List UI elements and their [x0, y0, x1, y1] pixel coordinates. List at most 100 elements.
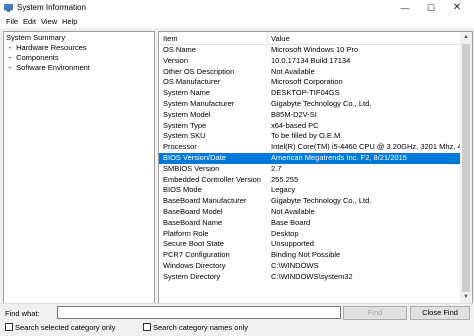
find-what-input[interactable]	[57, 306, 341, 319]
row-item: OS Name	[163, 45, 196, 54]
menu-help[interactable]: Help	[62, 17, 77, 26]
table-row[interactable]: Platform Role Desktop	[159, 229, 461, 240]
row-item: System Model	[163, 109, 211, 119]
column-header-item[interactable]: Item	[163, 34, 178, 43]
vertical-scrollbar[interactable]: ▲ ▼	[460, 31, 473, 304]
row-value: American Megatrends Inc. F2, 8/21/2015	[271, 152, 407, 162]
row-item: Processor	[163, 142, 197, 152]
table-row[interactable]: System Manufacturer Gigabyte Technology C…	[159, 99, 461, 110]
search-selected-category-label[interactable]: Search selected category only	[15, 323, 115, 332]
table-row[interactable]: BaseBoard Name Base Board	[159, 218, 461, 229]
scroll-down-arrow-icon[interactable]: ▼	[460, 292, 472, 303]
row-value: Gigabyte Technology Co., Ltd.	[271, 98, 372, 108]
row-value: Base Board	[271, 217, 311, 227]
scroll-up-arrow-icon[interactable]: ▲	[460, 32, 472, 43]
scroll-thumb[interactable]	[462, 44, 470, 292]
table-row[interactable]: BaseBoard Manufacturer Gigabyte Technolog…	[159, 196, 461, 207]
table-row[interactable]: Embedded Controller Version 255.255	[159, 175, 461, 186]
tree-item-label: Hardware Resources	[16, 43, 87, 52]
menu-bar: File Edit View Help	[0, 16, 474, 28]
table-row[interactable]: System Directory C:\WINDOWS\system32	[159, 272, 461, 283]
row-item: System Directory	[163, 271, 221, 281]
row-value: Not Available	[271, 66, 315, 76]
row-value: Legacy	[271, 185, 296, 195]
table-row[interactable]: System Name DESKTOP-TIF04GS	[159, 88, 461, 99]
tree-item-label: Software Environment	[16, 63, 90, 72]
table-row[interactable]: OS Manufacturer Microsoft Corporation	[159, 77, 461, 88]
row-item: System SKU	[163, 131, 206, 141]
table-row[interactable]: BaseBoard Model Not Available	[159, 207, 461, 218]
row-value: Desktop	[271, 228, 299, 238]
row-item: Embedded Controller Version	[163, 174, 261, 184]
row-item: Secure Boot State	[163, 239, 224, 249]
menu-file[interactable]: File	[6, 17, 18, 26]
expand-icon[interactable]: +	[6, 64, 14, 74]
table-row[interactable]: Secure Boot State Unsupported	[159, 239, 461, 250]
table-row[interactable]: BIOS Mode Legacy	[159, 185, 461, 196]
row-value: Binding Not Possible	[271, 250, 341, 260]
row-value: B85M-D2V-SI	[271, 109, 317, 119]
table-row[interactable]: System Model B85M-D2V-SI	[159, 110, 461, 121]
row-value: Microsoft Windows 10 Pro	[271, 45, 359, 54]
column-header-value[interactable]: Value	[271, 34, 290, 43]
menu-view[interactable]: View	[41, 17, 57, 26]
find-what-label: Find what:	[5, 309, 40, 318]
row-value: To be filled by O.E.M.	[271, 131, 343, 141]
row-value: Microsoft Corporation	[271, 77, 343, 87]
row-value: x64-based PC	[271, 120, 319, 130]
row-item: Version	[163, 55, 189, 65]
close-find-button[interactable]: Close Find	[410, 306, 470, 320]
row-value: Intel(R) Core(TM) i5-4460 CPU @ 3.20GHz,…	[271, 142, 461, 152]
row-item: Windows Directory	[163, 260, 226, 270]
title-bar[interactable]: System Information — ☐ ✕	[0, 0, 474, 17]
row-item: PCR7 Configuration	[163, 250, 230, 260]
row-value: 10.0.17134 Build 17134	[271, 55, 351, 65]
table-row[interactable]: SMBIOS Version 2.7	[159, 164, 461, 175]
row-item: BIOS Version/Date	[163, 152, 226, 162]
tree-item-system-summary[interactable]: System Summary	[6, 33, 65, 43]
table-row[interactable]: OS Name Microsoft Windows 10 Pro	[159, 45, 461, 56]
menu-edit[interactable]: Edit	[23, 17, 36, 26]
list-header: Item Value	[159, 32, 461, 45]
table-row[interactable]: Version 10.0.17134 Build 17134	[159, 56, 461, 67]
table-row[interactable]: Windows Directory C:\WINDOWS	[159, 261, 461, 272]
tree-item-software-environment[interactable]: + Software Environment	[6, 63, 90, 73]
row-value: Unsupported	[271, 239, 314, 249]
table-row[interactable]: BIOS Version/Date American Megatrends Inc…	[159, 152, 461, 164]
row-value: 255.255	[271, 174, 299, 184]
minimize-button[interactable]: —	[392, 0, 418, 16]
row-item: OS Manufacturer	[163, 77, 221, 87]
search-selected-category-checkbox[interactable]	[5, 323, 13, 331]
table-row[interactable]: PCR7 Configuration Binding Not Possible	[159, 250, 461, 261]
close-button[interactable]: ✕	[444, 0, 470, 16]
category-tree[interactable]: System Summary + Hardware Resources + Co…	[3, 31, 155, 304]
maximize-button[interactable]: ☐	[418, 0, 444, 16]
details-list[interactable]: Item Value OS Name Microsoft Windows 10 P…	[158, 31, 462, 304]
row-item: System Manufacturer	[163, 98, 235, 108]
column-divider[interactable]	[267, 32, 268, 44]
find-bar: Find what: Find Close Find Search select…	[0, 303, 474, 336]
row-item: System Name	[163, 88, 211, 98]
row-item: BaseBoard Manufacturer	[163, 196, 247, 206]
table-row[interactable]: System SKU To be filled by O.E.M.	[159, 131, 461, 142]
table-row[interactable]: Processor Intel(R) Core(TM) i5-4460 CPU @…	[159, 142, 461, 153]
system-information-icon	[4, 4, 13, 12]
row-item: Platform Role	[163, 228, 209, 238]
find-button[interactable]: Find	[343, 306, 407, 320]
window-title: System Information	[17, 3, 86, 12]
search-category-names-checkbox[interactable]	[143, 323, 151, 331]
row-item: BaseBoard Name	[163, 217, 223, 227]
row-item: Other OS Description	[163, 66, 235, 76]
table-row[interactable]: Other OS Description Not Available	[159, 67, 461, 78]
table-row[interactable]: System Type x64-based PC	[159, 121, 461, 132]
tree-item-label: System Summary	[6, 33, 66, 42]
row-value: 2.7	[271, 163, 282, 173]
tree-item-label: Components	[16, 53, 59, 62]
row-value: DESKTOP-TIF04GS	[271, 88, 340, 98]
search-category-names-label[interactable]: Search category names only	[153, 323, 248, 332]
row-item: BIOS Mode	[163, 185, 202, 195]
row-value: Gigabyte Technology Co., Ltd.	[271, 196, 372, 206]
list-rows: OS Name Microsoft Windows 10 Pro Version 10…	[159, 45, 461, 283]
tree-item-hardware-resources[interactable]: + Hardware Resources	[6, 43, 87, 53]
tree-item-components[interactable]: + Components	[6, 53, 59, 63]
